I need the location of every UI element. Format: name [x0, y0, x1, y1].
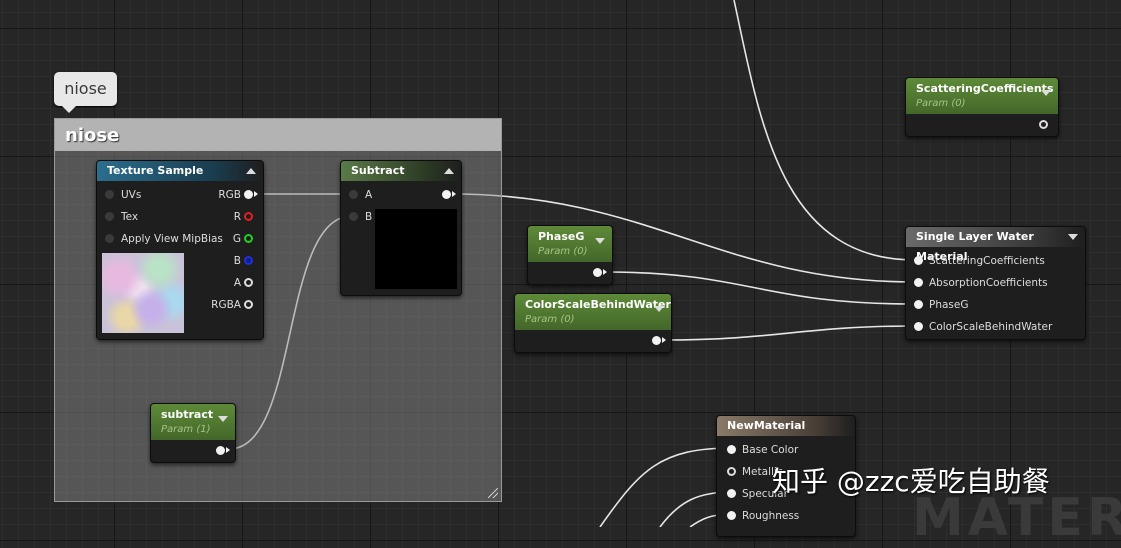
- node-header[interactable]: NewMaterial: [717, 416, 855, 436]
- resize-grip-icon[interactable]: [488, 488, 498, 498]
- pin-label-r: R: [233, 211, 241, 223]
- scattering-input-pin[interactable]: [914, 256, 923, 265]
- pin-label-phaseg: PhaseG: [929, 299, 969, 311]
- node-title: Subtract: [351, 164, 405, 177]
- wire-to-base-color: [599, 447, 733, 527]
- subtract-param-node[interactable]: subtract Param (1): [150, 403, 236, 463]
- pin-label-rgb: RGB: [218, 189, 241, 201]
- node-subtitle: Param (0): [525, 314, 575, 325]
- pin-label-a: A: [365, 189, 373, 201]
- b-output-pin[interactable]: [244, 256, 253, 265]
- dropdown-arrow-icon[interactable]: [218, 416, 228, 422]
- node-header[interactable]: Subtract: [341, 161, 461, 181]
- uvs-pin[interactable]: [105, 190, 114, 199]
- subtract-preview: [375, 209, 457, 289]
- phaseg-param-node[interactable]: PhaseG Param (0): [527, 225, 613, 285]
- param-output-pin[interactable]: [593, 268, 602, 277]
- wire-subtract-to-absorption: [451, 193, 916, 283]
- collapse-arrow-icon[interactable]: [246, 168, 256, 174]
- node-title: Texture Sample: [107, 164, 204, 177]
- subtract-output-pin[interactable]: [442, 190, 451, 199]
- node-header[interactable]: ScatteringCoefficients Param (0): [906, 78, 1058, 114]
- node-subtitle: Param (1): [161, 424, 211, 435]
- rgb-output-pin[interactable]: [244, 190, 253, 199]
- wire-scattering-to-water: [733, 0, 916, 261]
- pin-label-base-color: Base Color: [742, 444, 799, 456]
- node-header[interactable]: PhaseG Param (0): [528, 226, 612, 262]
- pin-label-rgba: RGBA: [211, 299, 241, 311]
- absorption-input-pin[interactable]: [914, 278, 923, 287]
- base-color-input-pin[interactable]: [727, 445, 736, 454]
- param-output-pin[interactable]: [1039, 120, 1048, 129]
- wire-colorscale-to-water: [661, 325, 916, 341]
- single-layer-water-node[interactable]: Single Layer Water Material ScatteringCo…: [905, 226, 1086, 340]
- collapse-arrow-icon[interactable]: [444, 168, 454, 174]
- node-subtitle: Param (0): [916, 98, 966, 109]
- node-header[interactable]: subtract Param (1): [151, 404, 235, 440]
- watermark-text: 知乎 @zzc爱吃自助餐: [772, 465, 1050, 498]
- param-output-pin[interactable]: [652, 336, 661, 345]
- pin-label-b: B: [233, 255, 241, 267]
- pin-label-scattering: ScatteringCoefficients: [929, 255, 1045, 267]
- pin-label-uvs: UVs: [121, 189, 142, 201]
- colorscale-input-pin[interactable]: [914, 322, 923, 331]
- pin-label-mipbias: Apply View MipBias: [121, 233, 223, 245]
- roughness-input-pin[interactable]: [727, 511, 736, 520]
- node-subtitle: Param (0): [538, 246, 588, 257]
- pin-label-b: B: [365, 211, 373, 223]
- comment-title[interactable]: niose: [55, 119, 501, 151]
- node-header[interactable]: Texture Sample: [97, 161, 263, 181]
- metallic-input-pin[interactable]: [727, 467, 736, 476]
- pin-label-absorption: AbsorptionCoefficients: [929, 277, 1048, 289]
- pin-label-roughness: Roughness: [742, 510, 800, 522]
- rgba-output-pin[interactable]: [244, 300, 253, 309]
- node-title: ScatteringCoefficients: [916, 82, 1054, 95]
- pin-label-a: A: [233, 277, 241, 289]
- pin-label-tex: Tex: [121, 211, 139, 223]
- output-arrow-icon: [226, 447, 230, 453]
- colorscale-param-node[interactable]: ColorScaleBehindWater Param (0): [514, 293, 672, 353]
- mipbias-pin[interactable]: [105, 234, 114, 243]
- dropdown-arrow-icon[interactable]: [1041, 90, 1051, 96]
- node-title: ColorScaleBehindWater: [525, 298, 671, 311]
- phaseg-input-pin[interactable]: [914, 300, 923, 309]
- node-header[interactable]: ColorScaleBehindWater Param (0): [515, 294, 671, 330]
- a-input-pin[interactable]: [349, 190, 358, 199]
- specular-input-pin[interactable]: [727, 489, 736, 498]
- comment-bubble[interactable]: niose: [54, 72, 117, 113]
- b-input-pin[interactable]: [349, 212, 358, 221]
- r-output-pin[interactable]: [244, 212, 253, 221]
- output-arrow-icon: [603, 269, 607, 275]
- subtract-node[interactable]: Subtract A B: [340, 160, 462, 296]
- dropdown-arrow-icon[interactable]: [1068, 234, 1078, 240]
- scattering-param-node[interactable]: ScatteringCoefficients Param (0): [905, 77, 1059, 137]
- rgb-output-arrow-icon: [254, 191, 258, 197]
- pin-label-g: G: [232, 233, 241, 245]
- texture-sample-node[interactable]: Texture Sample UVs Tex Apply View MipBia…: [96, 160, 264, 340]
- dropdown-arrow-icon[interactable]: [654, 306, 664, 312]
- param-output-pin[interactable]: [216, 446, 225, 455]
- node-title: NewMaterial: [727, 419, 806, 432]
- g-output-pin[interactable]: [244, 234, 253, 243]
- pin-label-colorscale: ColorScaleBehindWater: [929, 321, 1053, 333]
- output-arrow-icon: [662, 337, 666, 343]
- dropdown-arrow-icon[interactable]: [595, 238, 605, 244]
- a-output-pin[interactable]: [244, 278, 253, 287]
- texture-preview-image: [102, 253, 184, 333]
- node-header[interactable]: Single Layer Water Material: [906, 227, 1085, 263]
- tex-pin[interactable]: [105, 212, 114, 221]
- output-arrow-icon: [452, 191, 456, 197]
